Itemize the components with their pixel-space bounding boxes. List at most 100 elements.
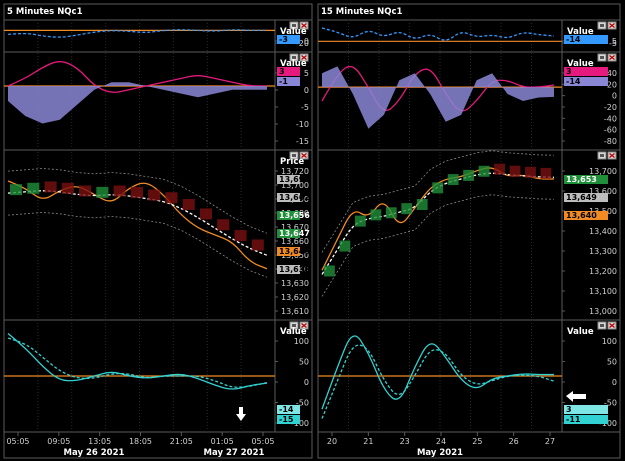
x-tick-label: 27 bbox=[545, 437, 555, 446]
close-icon[interactable] bbox=[607, 21, 617, 30]
panel-2: 15 Minutes NQc1Value5-5-14Value40200-20-… bbox=[317, 3, 621, 459]
cloud-block bbox=[324, 265, 335, 277]
close-icon[interactable] bbox=[607, 321, 617, 330]
cloud-block bbox=[509, 165, 521, 177]
x-tick-label: 01:05 bbox=[211, 437, 234, 446]
value-tag-text: 13,699 bbox=[279, 175, 310, 184]
cloud-block bbox=[10, 184, 23, 196]
chart-canvas: 5 Minutes NQc1Value0-20-3Value50-5-10-15… bbox=[3, 3, 621, 459]
cloud-block bbox=[339, 240, 351, 252]
axis-tick-label: -80 bbox=[604, 137, 617, 146]
axis-tick-label: -10 bbox=[296, 120, 309, 129]
value-tag-text: 13,638 bbox=[279, 265, 310, 274]
value-tag-text: 3 bbox=[566, 67, 572, 76]
cloud-block bbox=[432, 182, 444, 194]
cloud-block bbox=[217, 219, 230, 231]
value-tag-text: 13,640 bbox=[566, 211, 597, 220]
axis-tick-label: 40 bbox=[607, 69, 617, 78]
cloud-block bbox=[478, 165, 490, 177]
x-tick-label: 05:05 bbox=[251, 437, 274, 446]
cloud-block bbox=[525, 166, 536, 178]
axis-tick-label: 13,200 bbox=[589, 267, 617, 276]
value-tag-text: -3 bbox=[279, 35, 288, 44]
axis-tick-label: 13,100 bbox=[589, 287, 617, 296]
axis-tick-label: 13,400 bbox=[589, 227, 617, 236]
axis-header: Price bbox=[280, 157, 304, 167]
detach-icon[interactable] bbox=[597, 21, 607, 30]
axis-tick-label: -5 bbox=[301, 103, 309, 112]
axis-tick-label: 50 bbox=[607, 358, 617, 367]
axis-tick-label: 5 bbox=[304, 69, 309, 78]
axis-tick-label: -5 bbox=[609, 39, 617, 48]
cloud-block bbox=[234, 230, 247, 242]
cloud-block bbox=[27, 182, 40, 194]
detach-icon-glyph bbox=[600, 154, 604, 157]
panel-frame bbox=[3, 3, 313, 459]
cloud-block bbox=[463, 169, 475, 181]
axis-header: Value bbox=[567, 327, 594, 337]
axis-tick-label: 13,660 bbox=[281, 237, 309, 246]
close-icon[interactable] bbox=[607, 53, 617, 62]
date-label: May 26 2021 bbox=[64, 448, 125, 458]
cloud-block bbox=[447, 174, 459, 186]
series-line bbox=[321, 344, 555, 419]
series-line bbox=[7, 337, 268, 388]
series-line bbox=[321, 27, 555, 41]
cloud-block bbox=[401, 203, 413, 215]
cloud-block bbox=[385, 207, 397, 219]
detach-icon[interactable] bbox=[597, 53, 607, 62]
value-tag-text: 3 bbox=[566, 405, 572, 414]
axis-tick-label: 0 bbox=[612, 92, 617, 101]
series-line bbox=[321, 335, 554, 410]
axis-tick-label: -20 bbox=[604, 103, 617, 112]
x-tick-label: 18:05 bbox=[129, 437, 152, 446]
x-tick-label: 26 bbox=[509, 437, 519, 446]
cloud-block bbox=[113, 185, 126, 197]
arrow-left-glyph bbox=[566, 391, 586, 402]
cloud-block bbox=[96, 186, 109, 198]
axis-tick-label: 0 bbox=[612, 378, 617, 387]
x-tick-label: 24 bbox=[436, 437, 446, 446]
axis-tick-label: -15 bbox=[296, 137, 309, 146]
value-tag-text: -1 bbox=[279, 77, 288, 86]
axis-tick-label: -60 bbox=[604, 126, 617, 135]
detach-icon-glyph bbox=[600, 324, 604, 327]
value-tag-text: -15 bbox=[279, 415, 294, 424]
envelope-band bbox=[321, 194, 555, 297]
value-tag-text: -14 bbox=[279, 405, 294, 414]
x-tick-label: 09:05 bbox=[47, 437, 70, 446]
axis-tick-label: 13,610 bbox=[281, 307, 309, 316]
cloud-block bbox=[44, 181, 57, 193]
detach-icon-glyph bbox=[600, 24, 604, 27]
chart-window: 5 Minutes NQc1 Value 0 -20 -3 Value 5 0 -5 -10 -15… bbox=[0, 0, 625, 461]
panel-title: 5 Minutes NQc1 bbox=[7, 7, 83, 17]
x-tick-label: 05:05 bbox=[6, 437, 29, 446]
axis-tick-label: 13,000 bbox=[589, 307, 617, 316]
axis-tick-label: 100 bbox=[602, 337, 617, 346]
detach-icon[interactable] bbox=[597, 151, 607, 160]
date-label: May 27 2021 bbox=[204, 448, 265, 458]
axis-tick-label: 0 bbox=[304, 378, 309, 387]
cloud-block bbox=[540, 167, 552, 179]
x-tick-label: 13:05 bbox=[88, 437, 111, 446]
axis-tick-label: 13,300 bbox=[589, 247, 617, 256]
cloud-block bbox=[416, 199, 428, 210]
cloud-block bbox=[165, 192, 178, 204]
axis-tick-label: 13,630 bbox=[281, 279, 309, 288]
axis-tick-label: 0 bbox=[304, 86, 309, 95]
value-tag-text: 13,647 bbox=[279, 229, 310, 238]
histogram-area bbox=[322, 66, 554, 129]
panel-1: 5 Minutes NQc1Value0-20-3Value50-5-10-15… bbox=[3, 3, 313, 459]
axis-tick-label: 100 bbox=[294, 337, 309, 346]
value-tag-text: 3 bbox=[279, 67, 285, 76]
value-tag-text: -14 bbox=[566, 77, 581, 86]
cloud-block bbox=[148, 189, 161, 201]
value-tag-text: 13,656 bbox=[279, 211, 310, 220]
detach-icon-glyph bbox=[600, 56, 604, 59]
detach-icon[interactable] bbox=[597, 321, 607, 330]
x-tick-label: 23 bbox=[400, 437, 410, 446]
cloud-block bbox=[199, 208, 213, 220]
cloud-block bbox=[370, 209, 382, 221]
close-icon[interactable] bbox=[607, 151, 617, 160]
axis-tick-label: 13,620 bbox=[281, 293, 309, 302]
